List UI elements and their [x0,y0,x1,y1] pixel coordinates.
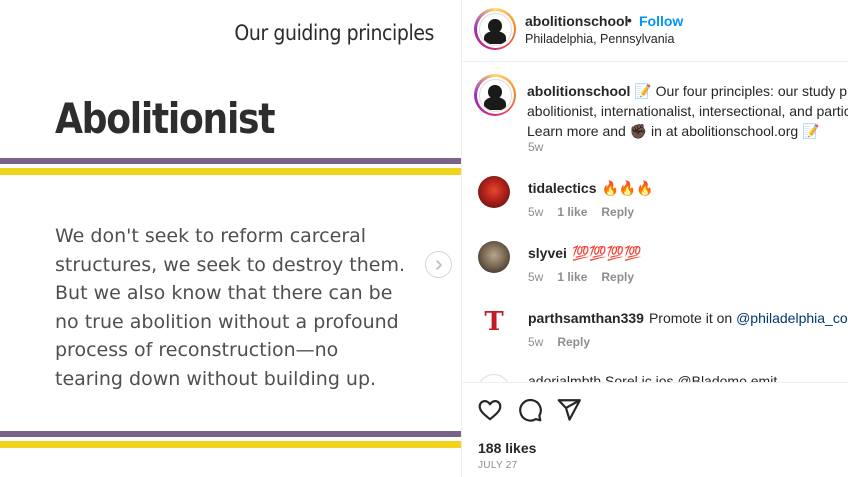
comment-text: 💯💯💯💯 [571,245,642,261]
mention-link[interactable]: @philadelphia_comm [736,310,848,326]
chevron-right-icon [435,259,442,270]
comment-avatar[interactable] [478,176,510,208]
slide-heading: Our guiding principles [234,21,434,45]
likes-count[interactable]: 188 likes [478,440,536,456]
t-logo-icon: T [484,307,504,337]
comment-meta: 5w Reply [528,335,604,349]
caption-text: abolitionschool 📝 Our four principles: o… [527,81,848,141]
reply-button[interactable]: Reply [601,270,634,284]
caption-line-3: Learn more and ✊🏿 in at abolitionschool.… [527,123,820,139]
comment-username[interactable]: parthsamthan339 [528,310,644,326]
header-username[interactable]: abolitionschool [525,13,628,29]
comment-item: tidalectics 🔥🔥🔥 5w 1 like Reply [462,176,848,240]
comment-meta: 5w 1 like Reply [528,270,648,284]
post-image-slide: Our guiding principles Abolitionist We d… [0,0,461,477]
comment-button[interactable] [517,397,543,423]
caption-line-2: abolitionist, internationalist, intersec… [527,103,848,119]
share-icon [557,399,581,421]
caption-username[interactable]: abolitionschool [527,83,630,99]
like-button[interactable] [477,397,503,423]
comment-avatar[interactable] [478,374,510,382]
caption-line-1: 📝 Our four principles: our study pro [634,83,848,99]
comment-icon [519,398,542,422]
comment-line: slyvei 💯💯💯💯 [528,245,642,262]
comment-item: T parthsamthan339 Promote it on @philadel… [462,306,848,370]
comment-item: slyvei 💯💯💯💯 5w 1 like Reply [462,241,848,305]
yellow-stripe-bottom [0,441,461,448]
heart-icon [478,400,502,421]
comment-text: 🔥🔥🔥 [601,180,654,196]
yellow-stripe-top [0,168,461,175]
comment-age: 5w [528,270,544,284]
comment-likes[interactable]: 1 like [557,270,587,284]
comment-username[interactable]: slyvei [528,245,567,261]
comment-meta: 5w 1 like Reply [528,205,648,219]
partial-comment: adorialmbth Sorel ic ios @Bladomo emit [478,372,833,382]
slide-title: Abolitionist [55,94,276,143]
partial-comment-text: adorialmbth Sorel ic ios @Bladomo emit [528,373,778,382]
post-header: abolitionschool • Follow Philadelphia, P… [462,0,848,62]
post-actions: 188 likes JULY 27 [462,382,848,477]
comment-line: parthsamthan339 Promote it on @philadelph… [528,310,848,326]
location-link[interactable]: Philadelphia, Pennsylvania [525,32,674,46]
comment-likes[interactable]: 1 like [557,205,587,219]
caption-age: 5w [528,140,544,154]
reply-button[interactable]: Reply [601,205,634,219]
post-side-panel: abolitionschool • Follow Philadelphia, P… [461,0,848,477]
comment-text: Promote it on [648,310,737,326]
comment-line: tidalectics 🔥🔥🔥 [528,180,654,197]
post-date: JULY 27 [478,460,518,471]
follow-button[interactable]: Follow [639,13,683,29]
slide-body-text: We don't seek to reform carceral structu… [55,225,406,390]
comment-avatar[interactable]: T [478,306,510,338]
comment-username[interactable]: tidalectics [528,180,596,196]
purple-stripe-top [0,158,461,164]
comment-age: 5w [528,205,544,219]
purple-stripe-bottom [0,431,461,437]
reply-button[interactable]: Reply [557,335,590,349]
caption-avatar[interactable] [474,74,516,116]
avatar[interactable] [474,8,516,50]
next-slide-button[interactable] [425,251,452,278]
comment-age: 5w [528,335,544,349]
comment-avatar[interactable] [478,241,510,273]
share-button[interactable] [556,397,582,423]
post-caption: abolitionschool 📝 Our four principles: o… [462,62,848,170]
separator-dot: • [627,12,632,28]
